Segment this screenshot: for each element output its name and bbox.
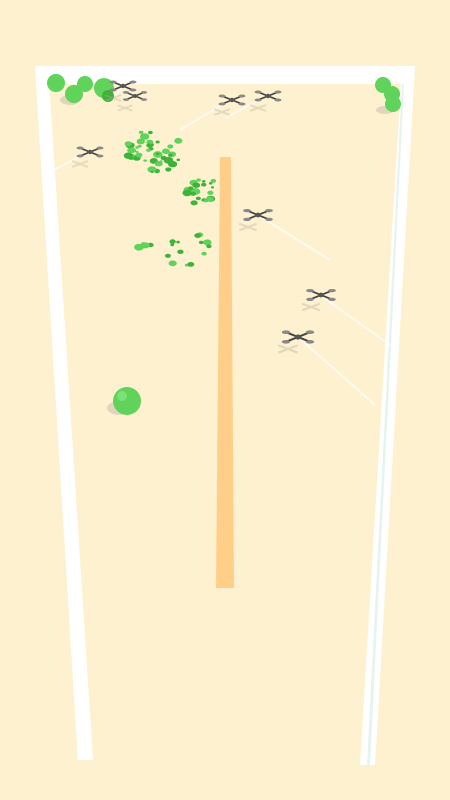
game-scene[interactable] <box>0 0 450 800</box>
round-tree-icon <box>47 74 65 92</box>
leaf-particle-icon <box>207 190 214 195</box>
leaf-particle-icon <box>182 189 192 197</box>
green-ball-icon[interactable] <box>113 387 141 415</box>
leaf-particle-icon <box>206 244 212 249</box>
leaf-particle-icon <box>169 239 176 244</box>
leaf-particle-icon <box>190 200 198 206</box>
leaf-particle-icon <box>140 242 150 249</box>
green-ball-highlight <box>117 391 127 401</box>
leaf-particle-icon <box>160 155 167 161</box>
leaf-particle-icon <box>176 240 180 244</box>
leaf-particle-icon <box>195 196 201 201</box>
leaf-particle-icon <box>177 249 184 254</box>
leaf-particle-icon <box>161 148 170 155</box>
leaf-particle-icon <box>127 147 136 154</box>
round-tree-icon <box>77 76 93 92</box>
leaf-particle-icon <box>188 186 194 191</box>
leaf-particle-icon <box>198 240 204 245</box>
leaf-particle-icon <box>210 178 217 183</box>
leaf-particle-icon <box>176 158 181 162</box>
leaf-particle-icon <box>155 140 160 144</box>
leaf-particle-icon <box>148 130 153 135</box>
leaf-particle-icon <box>203 239 212 246</box>
leaf-particle-icon <box>202 180 206 183</box>
leaf-particle-icon <box>165 167 172 172</box>
leaf-particle-icon <box>139 133 150 140</box>
leaf-particle-icon <box>137 141 141 144</box>
leaf-particle-icon <box>196 190 201 194</box>
leaf-particle-icon <box>123 152 133 159</box>
leaf-particle-icon <box>155 152 160 156</box>
leaf-particle-icon <box>135 150 139 154</box>
leaf-particle-icon <box>168 153 173 157</box>
game-stage[interactable] <box>0 0 450 800</box>
leaf-particle-icon <box>194 233 202 239</box>
leaf-particle-icon <box>192 182 201 188</box>
leaf-particle-icon <box>168 260 177 267</box>
leaf-particle-icon <box>196 178 201 182</box>
leaf-particle-icon <box>187 262 195 267</box>
leaf-particle-icon <box>190 191 196 196</box>
leaf-particle-icon <box>135 152 143 158</box>
leaf-particle-icon <box>210 186 215 189</box>
leaf-particle-icon <box>146 143 153 148</box>
leaf-particle-icon <box>201 182 207 187</box>
leaf-particle-icon <box>206 196 214 202</box>
leaf-particle-icon <box>143 159 147 162</box>
leaf-particle-icon <box>174 137 183 144</box>
leaf-particle-icon <box>124 141 132 147</box>
leaf-particle-icon <box>159 160 163 163</box>
leaf-particle-icon <box>167 144 174 149</box>
leaf-particle-icon <box>168 160 178 168</box>
leaf-particle-icon <box>164 253 171 258</box>
leaf-particle-icon <box>201 251 207 256</box>
leaf-particle-icon <box>146 148 152 152</box>
leaf-particle-icon <box>150 170 154 173</box>
round-tree-icon <box>385 96 401 112</box>
leaf-particle-icon <box>135 146 140 149</box>
leaf-particle-icon <box>138 130 144 134</box>
